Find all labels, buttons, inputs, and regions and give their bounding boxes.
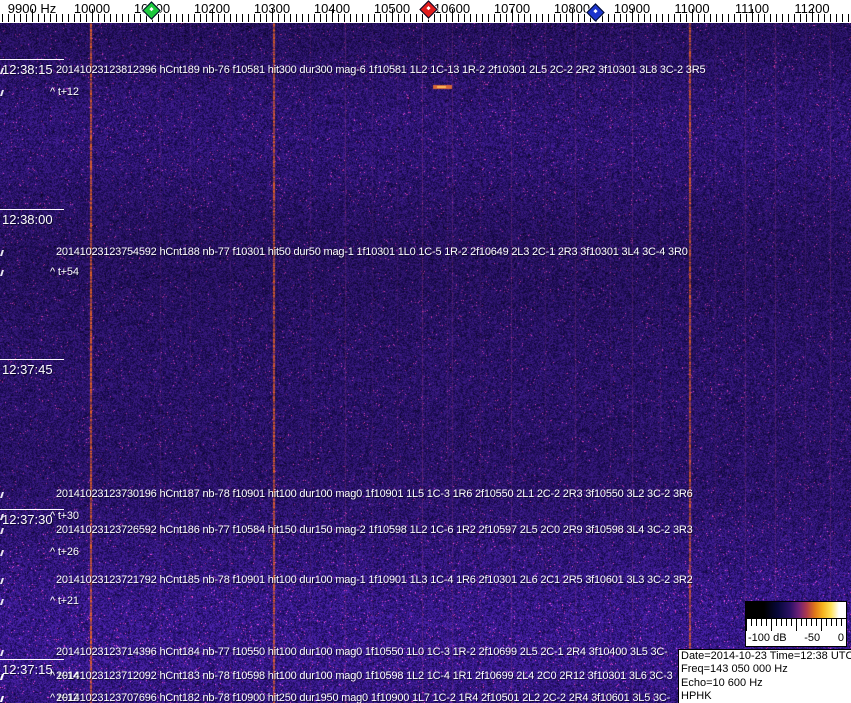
freq-tick-label: 10300 <box>253 1 291 16</box>
detection-text-line: 20141023123712092 hCnt183 nb-78 f10598 h… <box>56 670 673 682</box>
colorbar-gradient <box>746 602 846 619</box>
colorbar: -100 dB -50 0 <box>745 601 847 647</box>
time-label: 12:37:15 <box>2 662 53 677</box>
spectrogram-waterfall-canvas <box>0 23 851 703</box>
time-label: 12:38:00 <box>2 212 53 227</box>
time-label: 12:38:15 <box>2 62 53 77</box>
detection-text-line: 20141023123730196 hCnt187 nb-78 f10901 h… <box>56 488 693 500</box>
info-echo-frequency: Echo=10 600 Hz <box>681 676 763 689</box>
freq-tick-label: 10700 <box>493 1 531 16</box>
time-major-tick-line <box>0 59 64 60</box>
time-label: 12:37:30 <box>2 512 53 527</box>
time-major-tick-line <box>0 359 64 360</box>
time-major-tick-line <box>0 659 64 660</box>
time-offset-note: ^ t+12 <box>50 86 79 98</box>
diamond-center-dot <box>593 8 598 14</box>
freq-tick-label: 10200 <box>193 1 231 16</box>
colorbar-labels: -100 dB -50 0 <box>746 632 846 644</box>
detection-text-line: 20141023123812396 hCnt189 nb-76 f10581 h… <box>56 64 706 76</box>
diamond-center-dot <box>149 6 154 12</box>
colorbar-max-label: 0 <box>837 632 844 644</box>
freq-tick-label: 11200 <box>794 1 830 16</box>
time-offset-note: ^ t+30 <box>50 510 79 522</box>
freq-tick-label: 10900 <box>613 1 651 16</box>
colorbar-mid-label: -50 <box>804 632 821 644</box>
spectrogram-window: 9900 Hz100001010010200103001040010500106… <box>0 0 851 703</box>
colorbar-min-label: -100 dB <box>748 632 787 644</box>
time-label: 12:37:45 <box>2 362 53 377</box>
detection-text-line: 20141023123754592 hCnt188 nb-77 f10301 h… <box>56 246 688 258</box>
time-offset-note: ^ t+21 <box>50 595 79 607</box>
detection-text-line: 20141023123726592 hCnt186 nb-77 f10584 h… <box>56 524 693 536</box>
time-major-tick-line <box>0 209 64 210</box>
info-station-id: HPHK <box>681 690 712 703</box>
colorbar-ruler-ticks <box>746 619 846 632</box>
diamond-center-dot <box>426 5 431 11</box>
info-date-time: Date=2014-10-23 Time=12:38 UTC <box>681 650 851 662</box>
freq-tick-label: 9900 Hz <box>7 1 57 16</box>
freq-tick-label: 10600 <box>433 1 471 16</box>
time-offset-note: ^ t+26 <box>50 546 79 558</box>
detection-text-line: 20141023123707696 hCnt182 nb-78 f10900 h… <box>56 692 671 703</box>
freq-tick-label: 10800 <box>553 1 591 16</box>
info-frequency: Freq=143 050 000 Hz <box>681 663 788 676</box>
freq-tick-label: 10000 <box>73 1 111 16</box>
freq-tick-label: 11100 <box>734 1 770 16</box>
freq-tick-label: 10500 <box>373 1 411 16</box>
status-info-box: Date=2014-10-23 Time=12:38 UTC Freq=143 … <box>678 649 851 703</box>
time-offset-note: ^ t+54 <box>50 266 79 278</box>
detection-text-line: 20141023123714396 hCnt184 nb-77 f10550 h… <box>56 646 668 658</box>
frequency-axis-ruler: 9900 Hz100001010010200103001040010500106… <box>0 0 851 23</box>
freq-tick-label: 10400 <box>313 1 351 16</box>
freq-tick-label: 11000 <box>674 1 710 16</box>
detection-text-line: 20141023123721792 hCnt185 nb-78 f10901 h… <box>56 574 693 586</box>
